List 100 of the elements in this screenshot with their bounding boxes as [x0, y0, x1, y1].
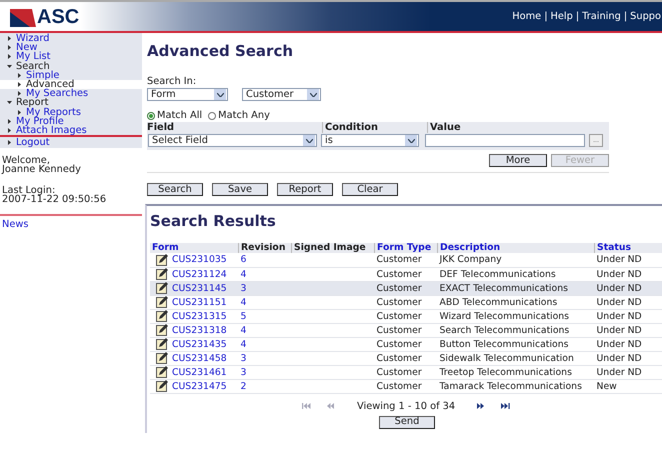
- results-title: Search Results: [150, 212, 277, 232]
- form-link[interactable]: CUS231318: [172, 324, 227, 336]
- table-cell: EXACT Telecommunications: [438, 281, 594, 295]
- form-link[interactable]: CUS231124: [172, 268, 227, 280]
- revision-link[interactable]: 4: [240, 324, 246, 336]
- dropdown-icon: [307, 89, 319, 100]
- column-header[interactable]: Description: [438, 243, 594, 253]
- link-separator: |: [624, 11, 628, 22]
- result-row[interactable]: CUS231124 4 Customer DEF Telecommunications Under ND: [150, 267, 662, 281]
- sidebar-item[interactable]: Report: [0, 98, 142, 108]
- column-header[interactable]: Status: [594, 243, 662, 253]
- result-row[interactable]: CUS231315 5 Customer Wizard Telecommunications Under ND: [150, 309, 662, 323]
- table-cell: Under ND: [594, 309, 662, 323]
- column-header: Revision: [238, 243, 292, 253]
- value-field[interactable]: [425, 134, 585, 147]
- form-link[interactable]: CUS231035: [172, 253, 227, 266]
- header-link[interactable]: Suppo: [630, 11, 661, 22]
- header-link[interactable]: Help: [550, 11, 573, 22]
- table-cell: Tamarack Telecommunications: [438, 379, 594, 393]
- condition-select[interactable]: is: [321, 134, 419, 147]
- news-link[interactable]: News: [2, 219, 142, 230]
- sidebar-item[interactable]: Advanced: [0, 80, 142, 90]
- sidebar-item[interactable]: New: [0, 43, 142, 52]
- result-row[interactable]: CUS231318 4 Customer Search Telecommunications Under ND: [150, 323, 662, 337]
- edit-icon: [156, 366, 168, 378]
- column-header[interactable]: Form Type: [374, 243, 438, 253]
- result-row[interactable]: CUS231151 4 Customer ABD Telecommunications Under ND: [150, 295, 662, 309]
- table-cell: Button Telecommunications: [438, 337, 594, 351]
- arrow-icon: [17, 110, 22, 115]
- edit-icon: [156, 296, 168, 308]
- last-login-time: 2007-11-22 09:50:56: [2, 195, 108, 204]
- table-cell: ABD Telecommunications: [438, 295, 594, 309]
- sidebar-item[interactable]: Search: [0, 62, 142, 71]
- result-row[interactable]: CUS231435 4 Customer Button Telecommunications Under ND: [150, 337, 662, 351]
- form-link[interactable]: CUS231315: [172, 310, 227, 322]
- action-button[interactable]: Search: [147, 183, 203, 196]
- table-cell: Customer: [374, 337, 438, 351]
- radio-label[interactable]: Match All: [157, 110, 202, 121]
- dropdown-icon: [303, 135, 315, 146]
- radio-button[interactable]: [147, 112, 155, 120]
- form-link[interactable]: CUS231151: [172, 296, 227, 308]
- revision-link[interactable]: 3: [240, 366, 246, 378]
- send-button[interactable]: Send: [379, 416, 435, 428]
- table-cell: Under ND: [594, 337, 662, 351]
- result-row[interactable]: CUS231461 3 Customer Treetop Telecommunications Under ND: [150, 365, 662, 379]
- dropdown-icon: [214, 89, 226, 100]
- header-link[interactable]: Home: [512, 11, 542, 22]
- last-page-icon[interactable]: [501, 403, 510, 409]
- revision-link[interactable]: 5: [240, 310, 246, 322]
- link-separator: |: [576, 11, 580, 22]
- sidebar-item[interactable]: Wizard: [0, 34, 142, 44]
- column-header[interactable]: Form: [150, 243, 238, 253]
- revision-link[interactable]: 4: [240, 338, 246, 350]
- search-in-select[interactable]: Customer: [242, 88, 321, 101]
- link-separator: |: [544, 11, 548, 22]
- dropdown-icon: [405, 135, 417, 146]
- next-page-icon[interactable]: [477, 403, 486, 409]
- table-cell: Under ND: [594, 281, 662, 295]
- sidebar-item[interactable]: My Searches: [0, 89, 142, 98]
- sidebar-item[interactable]: My Profile: [0, 116, 142, 126]
- header-link[interactable]: Training: [582, 11, 621, 22]
- sidebar-item[interactable]: My List: [0, 52, 142, 62]
- table-cell: Customer: [374, 281, 438, 295]
- row-button[interactable]: More: [489, 154, 547, 167]
- field-select[interactable]: Select Field: [148, 134, 317, 147]
- user-name: Joanne Kennedy: [2, 165, 82, 174]
- table-cell: Customer: [374, 295, 438, 309]
- radio-label[interactable]: Match Any: [218, 110, 270, 121]
- logo-icon: [10, 8, 36, 26]
- revision-link[interactable]: 3: [240, 352, 246, 364]
- action-button[interactable]: Save: [212, 183, 268, 196]
- revision-link[interactable]: 4: [240, 296, 246, 308]
- table-cell: DEF Telecommunications: [438, 267, 594, 281]
- revision-link[interactable]: 4: [240, 268, 246, 280]
- sidebar-item[interactable]: My Reports: [0, 108, 142, 117]
- page-title: Advanced Search: [147, 42, 294, 62]
- action-button[interactable]: Clear: [342, 183, 398, 196]
- result-row[interactable]: CUS231458 3 Customer Sidewalk Telecommunication Under ND: [150, 351, 662, 365]
- revision-link[interactable]: 6: [240, 254, 246, 266]
- revision-link[interactable]: 2: [240, 380, 246, 392]
- form-link[interactable]: CUS231435: [172, 338, 227, 350]
- column-header: Signed Image: [292, 243, 374, 253]
- form-link[interactable]: CUS231475: [172, 380, 227, 392]
- action-button[interactable]: Report: [277, 183, 333, 196]
- sidebar-item[interactable]: Simple: [0, 70, 142, 80]
- column-header: Value: [427, 122, 461, 133]
- search-in-select[interactable]: Form: [147, 88, 228, 101]
- table-cell: Search Telecommunications: [438, 323, 594, 337]
- result-row[interactable]: CUS231145 3 Customer EXACT Telecommunications Under ND: [150, 281, 662, 295]
- edit-icon: [156, 268, 168, 280]
- form-link[interactable]: CUS231461: [172, 366, 227, 378]
- form-link[interactable]: CUS231458: [172, 352, 227, 364]
- revision-link[interactable]: 3: [240, 282, 246, 294]
- logout-item[interactable]: Logout: [0, 137, 142, 148]
- sidebar-item[interactable]: Attach Images: [0, 126, 142, 136]
- result-row[interactable]: CUS231475 2 Customer Tamarack Telecommunications New: [150, 379, 662, 393]
- result-row[interactable]: CUS231035 6 Customer JKK Company Under ND: [150, 253, 662, 267]
- table-cell: Customer: [374, 351, 438, 365]
- table-cell: New: [594, 379, 662, 393]
- radio-button[interactable]: [208, 112, 216, 120]
